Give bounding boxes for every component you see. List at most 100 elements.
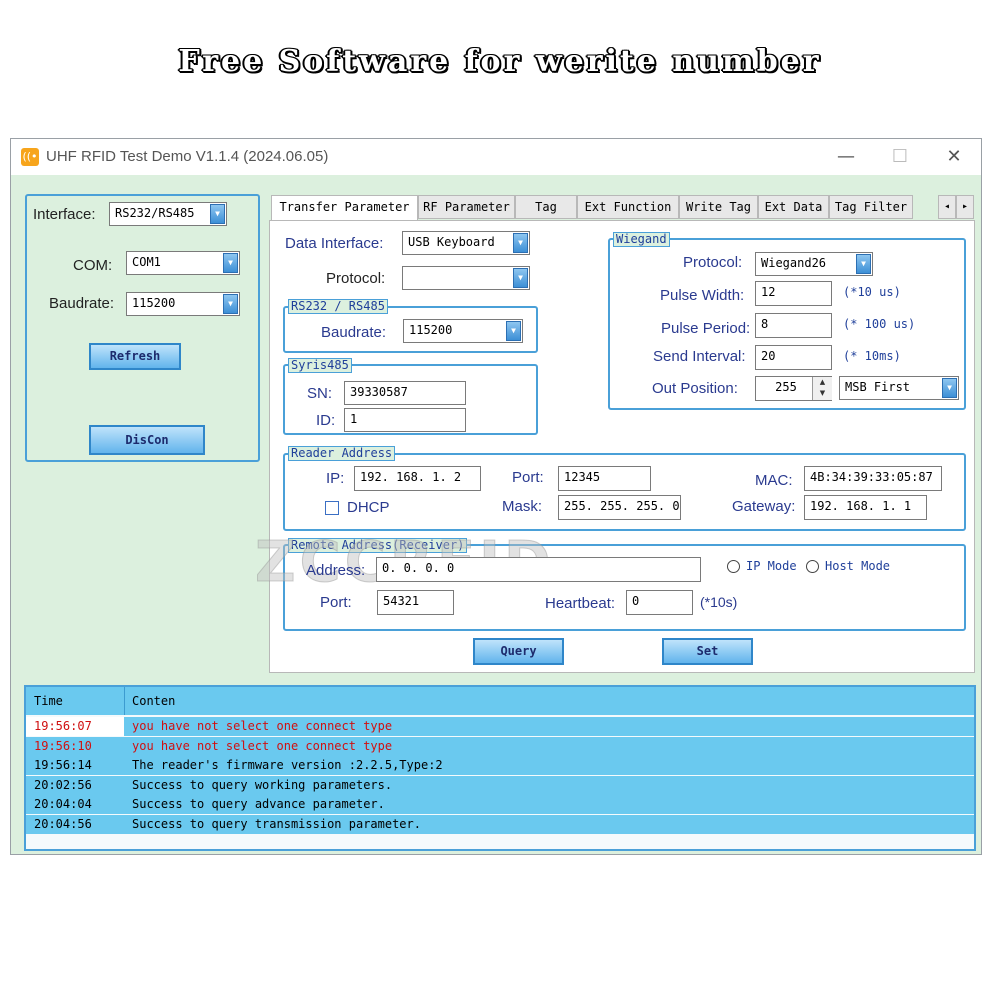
protocol-label: Protocol: [326, 270, 386, 287]
sn-label: SN: [307, 385, 333, 402]
reader-ip-label: IP: [326, 470, 345, 487]
remote-port-label: Port: [320, 594, 352, 611]
id-field[interactable]: 1 [344, 408, 466, 432]
com-label: COM: [73, 257, 113, 274]
gateway-label: Gateway: [732, 498, 796, 515]
discon-button[interactable]: DisCon [89, 425, 205, 455]
log-row[interactable]: 19:56:10 you have not select one connect … [26, 736, 974, 756]
log-row[interactable]: 20:04:56 Success to query transmission pa… [26, 814, 974, 834]
baudrate-label: Baudrate: [49, 295, 115, 312]
query-button[interactable]: Query [473, 638, 564, 665]
rs-baudrate-label: Baudrate: [321, 324, 387, 341]
pulse-period-field[interactable]: 8 [755, 313, 832, 338]
interface-label: Interface: [33, 206, 96, 223]
wiegand-group-title: Wiegand [613, 232, 670, 247]
interface-select[interactable]: RS232/RS485 ▼ [109, 202, 227, 226]
tab-rf-parameter[interactable]: RF Parameter [418, 195, 515, 219]
com-value: COM1 [132, 255, 161, 269]
chevron-down-icon: ▼ [506, 321, 521, 341]
gateway-field[interactable]: 192. 168. 1. 1 [804, 495, 927, 520]
chevron-down-icon: ▼ [513, 268, 528, 288]
spinner-arrows-icon[interactable]: ▲ ▼ [812, 377, 832, 400]
data-interface-label: Data Interface: [285, 235, 384, 252]
log-table[interactable]: Time Conten 19:56:07 you have not select … [24, 685, 976, 851]
tab-strip: Transfer Parameter RF Parameter Tag Ext … [266, 195, 974, 221]
chevron-down-icon: ▼ [223, 253, 238, 273]
tab-write-tag[interactable]: Write Tag [679, 195, 758, 219]
out-position-value: 255 [775, 380, 797, 394]
tab-scroll-right-icon[interactable]: ▸ [956, 195, 974, 219]
data-interface-select[interactable]: USB Keyboard ▼ [402, 231, 530, 255]
reader-ip-field[interactable]: 192. 168. 1. 2 [354, 466, 481, 491]
tab-tag[interactable]: Tag [515, 195, 577, 219]
baudrate-value: 115200 [132, 296, 176, 310]
dhcp-checkbox[interactable] [325, 501, 339, 515]
title-bar: ((• UHF RFID Test Demo V1.1.4 (2024.06.0… [11, 139, 981, 175]
reader-port-field[interactable]: 12345 [558, 466, 651, 491]
mask-field[interactable]: 255. 255. 255. 0 [558, 495, 681, 520]
tab-ext-data[interactable]: Ext Data [758, 195, 829, 219]
banner-title: Free Software for werite number [178, 44, 822, 79]
sn-field[interactable]: 39330587 [344, 381, 466, 405]
log-content: Success to query transmission parameter. [132, 816, 421, 831]
tab-tag-filter[interactable]: Tag Filter [829, 195, 913, 219]
com-select[interactable]: COM1 ▼ [126, 251, 240, 275]
mask-label: Mask: [502, 498, 543, 515]
tab-transfer-parameter[interactable]: Transfer Parameter [271, 195, 418, 221]
rs232-rs485-group-title: RS232 / RS485 [288, 299, 388, 314]
wiegand-protocol-label: Protocol: [683, 254, 743, 271]
syris485-group-title: Syris485 [288, 358, 352, 373]
set-button[interactable]: Set [662, 638, 753, 665]
protocol-select[interactable]: ▼ [402, 266, 530, 290]
log-col-divider [124, 687, 125, 715]
log-time: 20:04:56 [34, 816, 92, 831]
log-col-time: Time [34, 694, 63, 708]
reader-address-group-title: Reader Address [288, 446, 396, 461]
log-content: Success to query advance parameter. [132, 797, 385, 811]
heartbeat-label: Heartbeat: [545, 595, 616, 612]
rs-baudrate-value: 115200 [409, 323, 453, 337]
log-content: you have not select one connect type [132, 738, 393, 753]
log-time: 20:02:56 [34, 777, 92, 792]
pulse-width-label: Pulse Width: [660, 287, 745, 304]
remote-address-label: Address: [306, 562, 366, 579]
send-interval-field[interactable]: 20 [755, 345, 832, 370]
bit-order-value: MSB First [845, 380, 911, 394]
baudrate-select[interactable]: 115200 ▼ [126, 292, 240, 316]
log-content: The reader's firmware version :2.2.5,Typ… [132, 758, 443, 772]
log-content: Success to query working parameters. [132, 777, 393, 792]
mac-label: MAC: [755, 472, 793, 489]
log-time: 19:56:14 [34, 758, 92, 772]
log-row[interactable]: 20:04:04 Success to query advance paramet… [26, 795, 974, 814]
ip-mode-radio[interactable] [727, 560, 740, 573]
host-mode-radio[interactable] [806, 560, 819, 573]
chevron-down-icon: ▼ [513, 233, 528, 253]
log-row[interactable]: 19:56:07 you have not select one connect … [26, 717, 974, 736]
tab-ext-function[interactable]: Ext Function [577, 195, 679, 219]
interface-value: RS232/RS485 [115, 206, 195, 220]
heartbeat-unit: (*10s) [700, 594, 738, 610]
heartbeat-field[interactable]: 0 [626, 590, 693, 615]
chevron-down-icon: ▼ [210, 204, 225, 224]
tab-scroll-left-icon[interactable]: ◂ [938, 195, 956, 219]
close-button[interactable]: ✕ [931, 143, 977, 171]
log-col-content: Conten [132, 694, 176, 708]
log-row[interactable]: 20:02:56 Success to query working paramet… [26, 775, 974, 795]
refresh-button[interactable]: Refresh [89, 343, 181, 370]
pulse-width-field[interactable]: 12 [755, 281, 832, 306]
log-time: 19:56:07 [34, 719, 92, 733]
bit-order-select[interactable]: MSB First ▼ [839, 376, 959, 400]
log-row[interactable]: 19:56:14 The reader's firmware version :2… [26, 756, 974, 775]
id-label: ID: [316, 412, 336, 429]
minimize-button[interactable]: — [823, 143, 869, 171]
rs-baudrate-select[interactable]: 115200 ▼ [403, 319, 523, 343]
remote-address-field[interactable]: 0. 0. 0. 0 [376, 557, 701, 582]
mac-field[interactable]: 4B:34:39:33:05:87 [804, 466, 942, 491]
window-title: UHF RFID Test Demo V1.1.4 (2024.06.05) [46, 148, 329, 165]
log-time: 20:04:04 [34, 797, 92, 811]
wiegand-protocol-select[interactable]: Wiegand26 ▼ [755, 252, 873, 276]
maximize-button[interactable]: ☐ [877, 143, 923, 171]
data-interface-value: USB Keyboard [408, 235, 495, 249]
remote-port-field[interactable]: 54321 [377, 590, 454, 615]
ip-mode-label: IP Mode [746, 559, 797, 573]
